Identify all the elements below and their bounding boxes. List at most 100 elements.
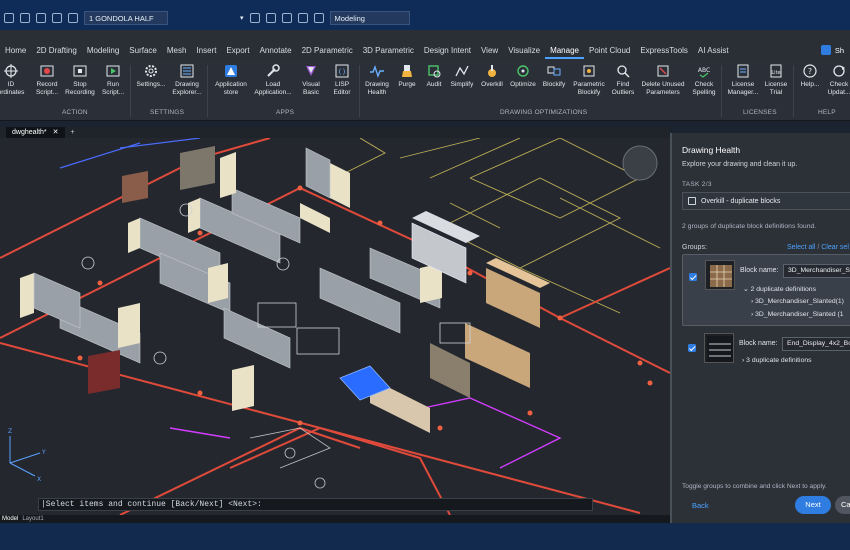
group-2-duplicate-toggle[interactable]: › 3 duplicate definitions: [742, 357, 812, 364]
tab-annotate[interactable]: Annotate: [255, 43, 297, 59]
wrench-icon: [265, 63, 281, 79]
parametric-blockify-button[interactable]: Parametric Blockify: [569, 63, 609, 97]
find-outliers-button[interactable]: Find Outliers: [609, 63, 637, 97]
drawing-explorer-button[interactable]: Drawing Explorer...: [170, 63, 204, 97]
optimize-button[interactable]: Optimize: [507, 63, 539, 89]
license-manager-label: License Manager...: [727, 81, 759, 96]
lisp-editor-button[interactable]: () LISP Editor: [328, 63, 356, 97]
audit-button[interactable]: Audit: [421, 63, 447, 89]
group-1-def-1: › 3D_Merchandiser_Slanted(1): [751, 298, 844, 305]
tab-home[interactable]: Home: [0, 43, 31, 59]
visual-basic-button[interactable]: Visual Basic: [296, 63, 326, 97]
drawing-health-panel: Drawing Health Explore your drawing and …: [670, 133, 850, 523]
overkill-button[interactable]: Overkill: [477, 63, 507, 89]
block-name-field[interactable]: 3D_Merchandiser_Sla: [783, 264, 850, 278]
purge-button[interactable]: Purge: [394, 63, 420, 89]
command-line[interactable]: |Select items and continue [Back/Next] <…: [38, 498, 593, 511]
block-name-field[interactable]: End_Display_4x2_Bot: [782, 337, 850, 351]
lightbulb-icon[interactable]: [20, 13, 30, 23]
found-summary: 2 groups of duplicate block definitions …: [682, 223, 817, 230]
simplify-button[interactable]: Simplify: [447, 63, 477, 89]
load-application-button[interactable]: Load Application...: [251, 63, 295, 97]
new-tab-icon[interactable]: +: [65, 129, 75, 136]
back-button[interactable]: Back: [692, 501, 709, 510]
tab-visualize[interactable]: Visualize: [503, 43, 545, 59]
explorer-icon: [179, 63, 195, 79]
svg-text:Y: Y: [41, 449, 46, 456]
tab-2d-drafting[interactable]: 2D Drafting: [31, 43, 81, 59]
license-manager-button[interactable]: License Manager...: [724, 63, 762, 97]
help-icon: ?: [802, 63, 818, 79]
check-updates-button[interactable]: Check Updat...: [824, 63, 850, 97]
account-icon[interactable]: [820, 45, 831, 55]
visual-basic-label: Visual Basic: [302, 81, 320, 96]
drawing-viewport[interactable]: Z Y X: [0, 138, 670, 515]
tab-point-cloud[interactable]: Point Cloud: [584, 43, 635, 59]
settings-button[interactable]: Settings...: [134, 63, 168, 89]
blockify-button[interactable]: Blockify: [539, 63, 569, 89]
ribbon-tab-bar: Home 2D Drafting Modeling Surface Mesh Insert…: [0, 43, 850, 59]
grid-icon[interactable]: [313, 13, 324, 23]
undo-icon[interactable]: [281, 13, 292, 23]
document-tab[interactable]: dwghealth* ✕: [6, 127, 65, 138]
tab-insert[interactable]: Insert: [191, 43, 221, 59]
crosshair-icon: [3, 63, 19, 79]
help-button[interactable]: ? Help...: [796, 63, 824, 89]
audit-label: Audit: [426, 81, 442, 88]
clear-selection-link[interactable]: Clear sel: [821, 244, 849, 251]
tab-manage[interactable]: Manage: [545, 43, 584, 59]
tab-expresstools[interactable]: ExpressTools: [635, 43, 693, 59]
group-2-thumbnail: [704, 333, 734, 363]
lisp-editor-label: LISP Editor: [333, 81, 351, 96]
lock-icon[interactable]: [52, 13, 62, 23]
run-script-button[interactable]: Run Script...: [98, 63, 128, 97]
tab-3d-parametric[interactable]: 3D Parametric: [358, 43, 419, 59]
next-button[interactable]: Next: [795, 496, 831, 514]
cancel-button[interactable]: Ca: [835, 496, 850, 514]
workspace-dropdown[interactable]: 1 GONDOLA HALF: [84, 11, 168, 25]
title-bar: 1 GONDOLA HALF ▾ Modeling: [0, 0, 850, 30]
check-updates-label: Check Updat...: [827, 81, 850, 96]
tab-modeling[interactable]: Modeling: [82, 43, 124, 59]
tab-ai-assist[interactable]: AI Assist: [693, 43, 734, 59]
license-trial-icon: Lite: [768, 63, 784, 79]
close-icon[interactable]: ✕: [53, 127, 59, 138]
license-trial-button[interactable]: Lite License Trial: [762, 63, 790, 97]
tab-design-intent[interactable]: Design Intent: [419, 43, 476, 59]
layout-tab-layout1[interactable]: Layout1: [22, 515, 43, 523]
sun-icon[interactable]: [36, 13, 46, 23]
svg-text:?: ?: [808, 67, 812, 76]
tab-view[interactable]: View: [476, 43, 503, 59]
tab-export[interactable]: Export: [221, 43, 254, 59]
delete-unused-parameters-button[interactable]: Delete Unused Parameters: [637, 63, 689, 97]
group-2-checkbox[interactable]: [688, 344, 696, 352]
visual-style-dropdown[interactable]: Modeling: [329, 11, 410, 25]
duplicate-group-1[interactable]: Block name: 3D_Merchandiser_Sla ⌄ 2 dupl…: [682, 254, 850, 326]
tab-mesh[interactable]: Mesh: [162, 43, 192, 59]
id-coordinates-button[interactable]: ID ordinates: [0, 63, 26, 97]
cube-icon[interactable]: [249, 13, 260, 23]
chevron-down-icon: ⌄: [743, 286, 749, 293]
drawing-health-button[interactable]: Drawing Health: [362, 63, 392, 97]
stop-recording-label: Stop Recording: [65, 81, 95, 96]
stop-recording-button[interactable]: Stop Recording: [62, 63, 98, 97]
chevron-down-icon[interactable]: ▾: [240, 14, 244, 22]
panel-label-apps: APPS: [276, 109, 295, 116]
drawing-explorer-label: Drawing Explorer...: [172, 81, 202, 96]
color-square-icon[interactable]: [68, 13, 78, 23]
redo-icon[interactable]: [297, 13, 308, 23]
tab-surface[interactable]: Surface: [124, 43, 162, 59]
layout-tab-model[interactable]: Model: [2, 515, 18, 523]
tab-2d-parametric[interactable]: 2D Parametric: [297, 43, 358, 59]
check-spelling-button[interactable]: ABC Check Spelling: [689, 63, 719, 97]
layer-icon[interactable]: [4, 13, 14, 23]
record-script-button[interactable]: Record Script...: [30, 63, 64, 97]
select-all-link[interactable]: Select all: [787, 244, 815, 251]
task-selector[interactable]: Overkill - duplicate blocks: [682, 192, 850, 210]
group-1-duplicate-toggle[interactable]: ⌄ 2 duplicate definitions: [743, 285, 816, 293]
cad-drawing[interactable]: Z Y X: [0, 138, 670, 515]
sphere-icon[interactable]: [265, 13, 276, 23]
application-store-button[interactable]: Application store: [211, 63, 251, 97]
duplicate-group-2[interactable]: Block name: End_Display_4x2_Bot › 3 dupl…: [682, 330, 850, 372]
group-1-checkbox[interactable]: [689, 273, 697, 281]
